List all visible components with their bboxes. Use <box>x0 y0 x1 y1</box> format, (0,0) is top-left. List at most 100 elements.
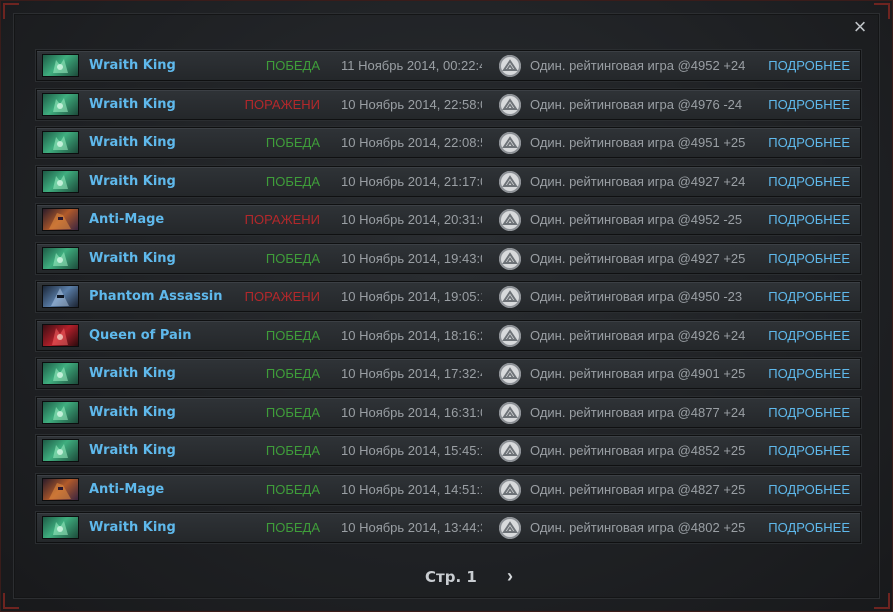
details-link[interactable]: ПОДРОБНЕЕ <box>768 135 850 150</box>
match-result: ПОРАЖЕНИ <box>244 96 320 112</box>
ranked-mode-icon <box>499 209 521 231</box>
match-row[interactable]: Wraith King ПОБЕДА 11 Ноябрь 2014, 00:22:4… <box>36 50 861 81</box>
match-date: 10 Ноябрь 2014, 22:58:0 <box>341 96 482 112</box>
match-result: ПОБЕДА <box>265 443 320 458</box>
details-link[interactable]: ПОДРОБНЕЕ <box>768 443 850 458</box>
details-link[interactable]: ПОДРОБНЕЕ <box>768 289 850 304</box>
match-date: 10 Ноябрь 2014, 22:08:5 <box>341 135 482 150</box>
ranked-mode-icon <box>499 440 521 462</box>
match-row[interactable]: Queen of Pain ПОБЕДА 10 Ноябрь 2014, 18:16… <box>36 319 861 351</box>
ranked-mode-icon <box>499 286 521 308</box>
match-mode: Один. рейтинговая игра @4927 +25 <box>530 250 746 266</box>
details-link[interactable]: ПОДРОБНЕЕ <box>768 520 850 535</box>
close-icon[interactable]: × <box>850 16 870 38</box>
match-result: ПОРАЖЕНИ <box>244 289 320 304</box>
hero-portrait-icon <box>42 208 79 231</box>
match-mode: Один. рейтинговая игра @4927 +24 <box>530 173 746 189</box>
ranked-mode-icon <box>499 170 521 193</box>
match-result: ПОРАЖЕНИ <box>244 212 320 227</box>
match-result: ПОБЕДА <box>265 327 320 343</box>
hero-name-link[interactable]: Phantom Assassin <box>89 289 223 304</box>
match-date: 10 Ноябрь 2014, 16:31:0 <box>341 404 482 420</box>
hero-name-link[interactable]: Wraith King <box>89 520 176 535</box>
match-row[interactable]: Wraith King ПОБЕДА 10 Ноябрь 2014, 19:43:0… <box>36 242 861 274</box>
details-link[interactable]: ПОДРОБНЕЕ <box>768 366 850 381</box>
details-link[interactable]: ПОДРОБНЕЕ <box>768 212 850 227</box>
hero-portrait-icon <box>42 246 79 270</box>
match-date: 10 Ноябрь 2014, 13:44:3 <box>341 520 482 535</box>
hero-name-link[interactable]: Wraith King <box>89 443 176 458</box>
match-row[interactable]: Wraith King ПОБЕДА 10 Ноябрь 2014, 17:32:4… <box>36 358 861 389</box>
hero-portrait-icon <box>42 169 79 193</box>
hero-portrait-icon <box>42 285 79 308</box>
match-result: ПОБЕДА <box>265 173 320 189</box>
match-mode: Один. рейтинговая игра @4901 +25 <box>530 366 746 381</box>
corner-ornament <box>874 3 890 19</box>
match-mode: Один. рейтинговая игра @4877 +24 <box>530 404 746 420</box>
match-result: ПОБЕДА <box>265 520 320 535</box>
match-result: ПОБЕДА <box>265 135 320 150</box>
details-link[interactable]: ПОДРОБНЕЕ <box>768 405 850 420</box>
chevron-right-icon[interactable]: › <box>507 567 521 585</box>
details-link[interactable]: ПОДРОБНЕЕ <box>768 97 850 112</box>
hero-name-link[interactable]: Wraith King <box>89 405 176 420</box>
match-row[interactable]: Wraith King ПОБЕДА 10 Ноябрь 2014, 22:08:5… <box>36 127 861 158</box>
ranked-mode-icon <box>499 517 521 539</box>
match-list: Wraith King ПОБЕДА 11 Ноябрь 2014, 00:22:4… <box>36 50 861 551</box>
details-link[interactable]: ПОДРОБНЕЕ <box>768 251 850 266</box>
hero-name-link[interactable]: Wraith King <box>89 366 176 381</box>
ranked-mode-icon <box>499 55 521 77</box>
corner-ornament <box>3 3 19 19</box>
match-row[interactable]: Phantom Assassin ПОРАЖЕНИ 10 Ноябрь 2014, … <box>36 281 861 312</box>
match-result: ПОБЕДА <box>265 250 320 266</box>
hero-name-link[interactable]: Wraith King <box>89 174 176 189</box>
hero-portrait-icon <box>42 131 79 154</box>
match-row[interactable]: Wraith King ПОБЕДА 10 Ноябрь 2014, 13:44:3… <box>36 512 861 543</box>
hero-name-link[interactable]: Wraith King <box>89 58 176 73</box>
match-date: 10 Ноябрь 2014, 19:05:1 <box>341 289 482 304</box>
match-mode: Один. рейтинговая игра @4952 -25 <box>530 212 743 227</box>
hero-portrait-icon <box>42 400 79 424</box>
ranked-mode-icon <box>499 247 521 270</box>
match-row[interactable]: Anti-Mage ПОБЕДА 10 Ноябрь 2014, 14:51:1 Од… <box>36 473 861 505</box>
hero-name-link[interactable]: Anti-Mage <box>89 212 164 227</box>
match-row[interactable]: Wraith King ПОРАЖЕНИ 10 Ноябрь 2014, 22:58… <box>36 88 861 120</box>
hero-portrait-icon <box>42 439 79 462</box>
match-result: ПОБЕДА <box>265 481 320 497</box>
hero-portrait-icon <box>42 477 79 501</box>
details-link[interactable]: ПОДРОБНЕЕ <box>768 328 850 343</box>
match-mode: Один. рейтинговая игра @4976 -24 <box>530 96 743 112</box>
hero-portrait-icon <box>42 54 79 77</box>
hero-portrait-icon <box>42 362 79 385</box>
match-row[interactable]: Wraith King ПОБЕДА 10 Ноябрь 2014, 21:17:0… <box>36 165 861 197</box>
match-mode: Один. рейтинговая игра @4952 +24 <box>530 58 746 73</box>
match-row[interactable]: Wraith King ПОБЕДА 10 Ноябрь 2014, 15:45:1… <box>36 435 861 466</box>
match-date: 10 Ноябрь 2014, 19:43:0 <box>341 250 482 266</box>
hero-portrait-icon <box>42 323 79 347</box>
match-row[interactable]: Anti-Mage ПОРАЖЕНИ 10 Ноябрь 2014, 20:31:0… <box>36 204 861 235</box>
hero-name-link[interactable]: Wraith King <box>89 97 176 112</box>
hero-name-link[interactable]: Queen of Pain <box>89 328 192 343</box>
details-link[interactable]: ПОДРОБНЕЕ <box>768 58 850 73</box>
match-history-window: × Wraith King ПОБЕДА 11 Ноябрь 2014, 00:22… <box>0 0 893 612</box>
ranked-mode-icon <box>499 324 521 347</box>
match-date: 10 Ноябрь 2014, 14:51:1 <box>341 481 482 497</box>
hero-name-link[interactable]: Anti-Mage <box>89 482 164 497</box>
hero-name-link[interactable]: Wraith King <box>89 135 176 150</box>
hero-name-link[interactable]: Wraith King <box>89 251 176 266</box>
match-row[interactable]: Wraith King ПОБЕДА 10 Ноябрь 2014, 16:31:0… <box>36 396 861 428</box>
match-mode: Один. рейтинговая игра @4852 +25 <box>530 443 746 458</box>
match-mode: Один. рейтинговая игра @4827 +25 <box>530 481 746 497</box>
details-link[interactable]: ПОДРОБНЕЕ <box>768 482 850 497</box>
match-mode: Один. рейтинговая игра @4926 +24 <box>530 327 746 343</box>
details-link[interactable]: ПОДРОБНЕЕ <box>768 174 850 189</box>
hero-portrait-icon <box>42 516 79 539</box>
match-date: 10 Ноябрь 2014, 18:16:2 <box>341 327 482 343</box>
match-date: 10 Ноябрь 2014, 15:45:1 <box>341 443 482 458</box>
match-result: ПОБЕДА <box>265 404 320 420</box>
ranked-mode-icon <box>499 478 521 501</box>
corner-ornament <box>874 593 890 609</box>
match-date: 11 Ноябрь 2014, 00:22:4 <box>341 58 482 73</box>
ranked-mode-icon <box>499 401 521 424</box>
match-result: ПОБЕДА <box>265 58 320 73</box>
